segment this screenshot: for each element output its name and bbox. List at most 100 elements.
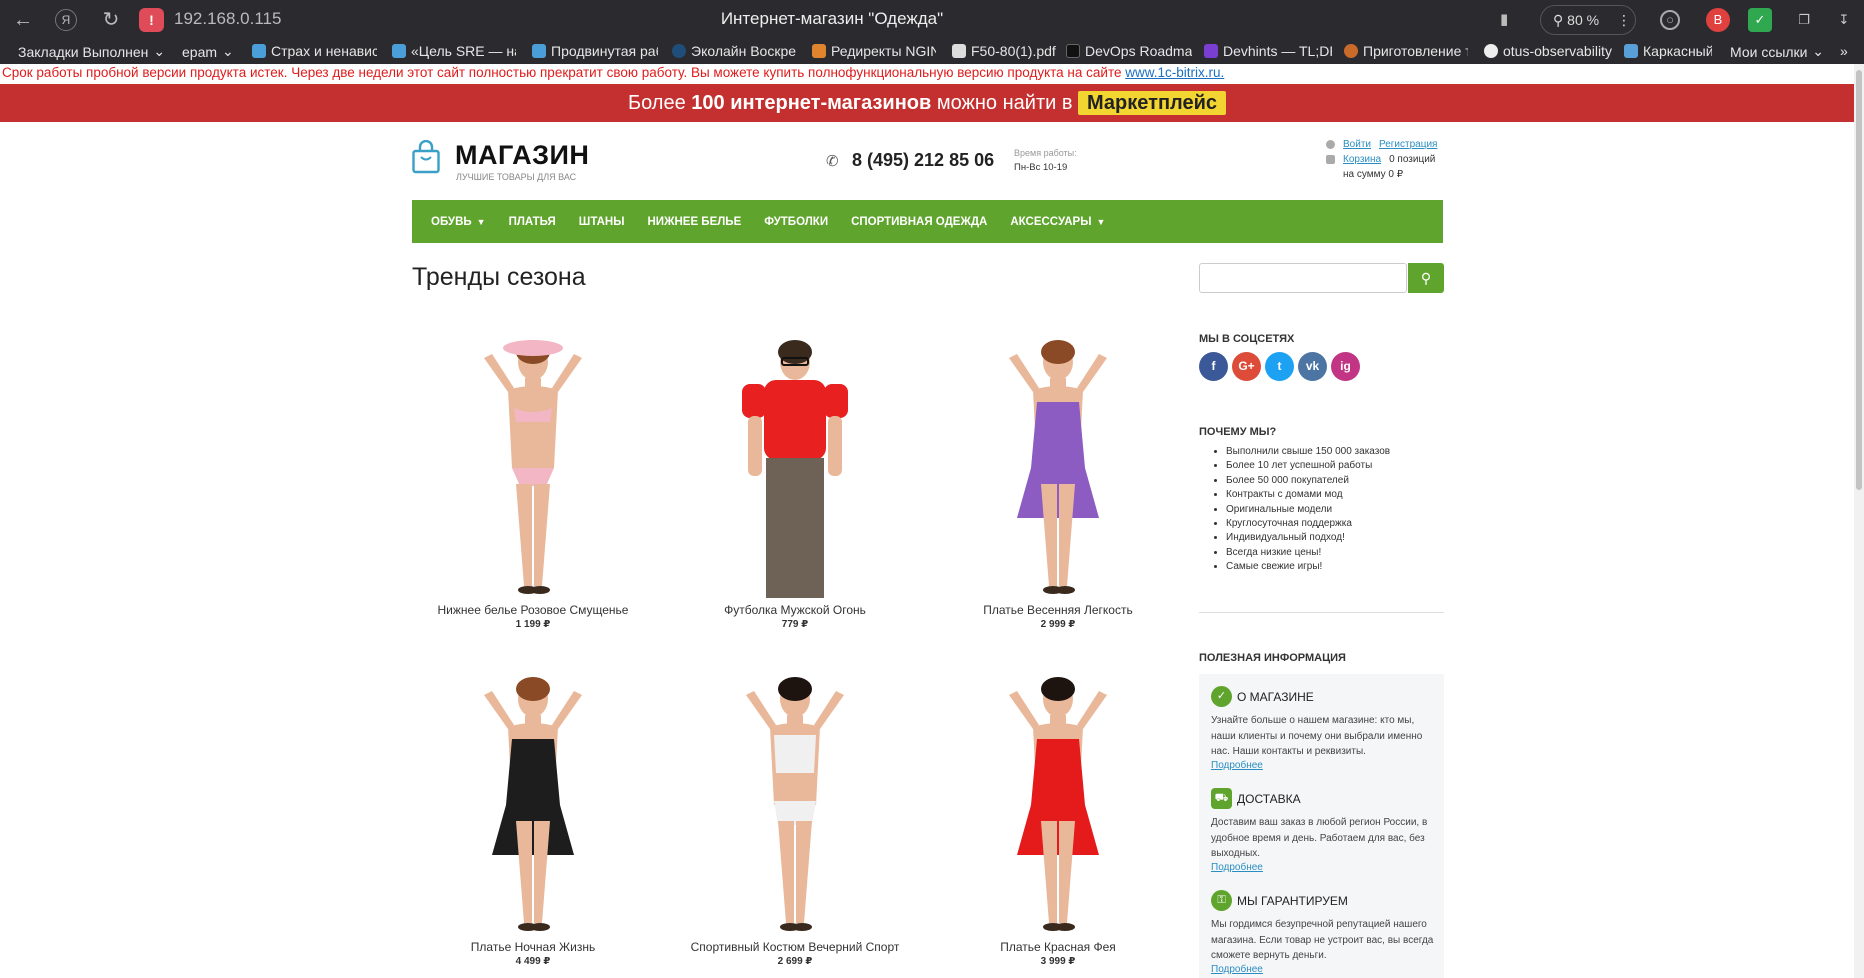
info-delivery: ⛟ ДОСТАВКА Доставим ваш заказ в любой рег… xyxy=(1211,788,1436,873)
twitter-icon[interactable]: t xyxy=(1265,352,1294,381)
bookmark-favicon-icon xyxy=(532,44,546,58)
list-item: Контракты с домами мод xyxy=(1226,488,1390,502)
lock-icon: ⚿ xyxy=(1211,890,1232,911)
bookmark-item[interactable]: Продвинутая раб xyxy=(532,43,658,59)
menu-item-dresses[interactable]: ПЛАТЬЯ xyxy=(509,216,556,228)
product-price: 2 699 ₽ xyxy=(777,956,813,967)
search-icon: ⚲ xyxy=(1420,270,1432,286)
more-menu-icon[interactable]: ⋮ xyxy=(1617,12,1631,28)
download-icon[interactable]: ↧ xyxy=(1832,8,1856,32)
address-bar[interactable]: 192.168.0.115 xyxy=(174,9,281,29)
vk-icon[interactable]: vk xyxy=(1298,352,1327,381)
product-image[interactable] xyxy=(670,318,920,598)
more-link[interactable]: Подробнее xyxy=(1211,964,1436,975)
bitrix-link[interactable]: www.1c-bitrix.ru. xyxy=(1125,65,1224,80)
menu-item-pants[interactable]: ШТАНЫ xyxy=(579,216,625,228)
product-image[interactable] xyxy=(933,655,1183,935)
instagram-icon[interactable]: ig xyxy=(1331,352,1360,381)
hours-label: Время работы: xyxy=(1014,148,1077,158)
product-name[interactable]: Платье Ночная Жизнь xyxy=(408,940,658,954)
browser-titlebar: ← Я ↻ ! 192.168.0.115 Интернет-магазин "… xyxy=(0,0,1864,40)
shield-icon[interactable]: ✓ xyxy=(1748,8,1772,32)
google-plus-icon[interactable]: G+ xyxy=(1232,352,1261,381)
product-name[interactable]: Платье Весенняя Легкость xyxy=(933,603,1183,617)
product-image[interactable] xyxy=(670,655,920,935)
list-item: Индивидуальный подход! xyxy=(1226,531,1390,545)
bookmark-icon[interactable]: ▮ xyxy=(1500,10,1508,28)
zoom-indicator[interactable]: ⚲ 80 % ⋮ xyxy=(1540,5,1636,35)
insecure-warning-icon[interactable]: ! xyxy=(139,8,164,32)
bookmark-item[interactable]: otus-observability xyxy=(1484,43,1614,59)
bookmark-item[interactable]: Приготовление т xyxy=(1344,43,1468,59)
bookmark-favicon-icon xyxy=(952,44,966,58)
bookmark-item[interactable]: Эколайн Воскрес xyxy=(672,43,796,59)
product-card[interactable]: Платье Ночная Жизнь 4 499 ₽ xyxy=(408,655,658,967)
bookmark-item[interactable]: F50-80(1).pdf xyxy=(952,43,1056,59)
bookmark-item[interactable]: DevOps Roadmap xyxy=(1066,43,1192,59)
chevron-down-icon: ▼ xyxy=(1096,216,1106,227)
product-card[interactable]: Спортивный Костюм Вечерний Спорт 2 699 ₽ xyxy=(670,655,920,967)
why-us-list: Выполнили свыше 150 000 заказов Более 10… xyxy=(1212,445,1390,575)
product-card[interactable]: Платье Красная Фея 3 999 ₽ xyxy=(933,655,1183,967)
bookmark-favicon-icon xyxy=(1624,44,1638,58)
collections-icon[interactable]: ❐ xyxy=(1792,8,1816,32)
marketplace-banner[interactable]: Более 100 интернет-магазинов можно найти… xyxy=(0,84,1854,122)
menu-item-shoes[interactable]: ОБУВЬ ▼ xyxy=(431,216,486,228)
extension-b-icon[interactable]: B xyxy=(1706,8,1730,32)
logo-title[interactable]: МАГАЗИН xyxy=(455,140,589,171)
bookmarks-overflow-icon[interactable]: » xyxy=(1840,43,1858,59)
product-card[interactable]: Футболка Мужской Огонь 779 ₽ xyxy=(670,318,920,630)
menu-item-accessories[interactable]: АКСЕССУАРЫ ▼ xyxy=(1010,216,1105,228)
chevron-down-icon: ▼ xyxy=(476,216,486,227)
more-link[interactable]: Подробнее xyxy=(1211,862,1436,873)
promo-prefix: Более xyxy=(627,92,686,114)
product-card[interactable]: Нижнее белье Розовое Смущенье 1 199 ₽ xyxy=(408,318,658,630)
bookmark-item[interactable]: Каркасный xyxy=(1624,43,1712,59)
reload-icon[interactable]: ↻ xyxy=(98,8,124,32)
globe-icon[interactable]: ○ xyxy=(1660,10,1680,30)
login-link[interactable]: Войти xyxy=(1343,137,1371,152)
product-name[interactable]: Спортивный Костюм Вечерний Спорт xyxy=(670,940,920,954)
chevron-down-icon: ⌄ xyxy=(222,43,234,59)
yandex-icon[interactable]: Я xyxy=(55,9,77,31)
chevron-down-icon: ⌄ xyxy=(153,43,166,59)
trial-notice-text: Срок работы пробной версии продукта исте… xyxy=(2,65,1122,80)
bookmarks-bar: Закладки Выполнен ⌄ epam ⌄ Страх и ненавис… xyxy=(0,40,1864,64)
product-card[interactable]: Платье Весенняя Легкость 2 999 ₽ xyxy=(933,318,1183,630)
bookmark-folder[interactable]: Мои ссылки ⌄ xyxy=(1730,43,1824,60)
product-name[interactable]: Футболка Мужской Огонь xyxy=(670,603,920,617)
cart-sum: на сумму 0 ₽ xyxy=(1343,169,1404,180)
list-item: Более 50 000 покупателей xyxy=(1226,474,1390,488)
product-price: 2 999 ₽ xyxy=(1040,619,1076,630)
product-image[interactable] xyxy=(408,318,658,598)
product-name[interactable]: Платье Красная Фея xyxy=(933,940,1183,954)
search-button[interactable]: ⚲ xyxy=(1408,263,1444,293)
menu-item-tshirts[interactable]: ФУТБОЛКИ xyxy=(764,216,828,228)
bookmark-folder[interactable]: Закладки Выполнен ⌄ xyxy=(18,43,168,60)
cart-link[interactable]: Корзина xyxy=(1343,152,1381,167)
back-arrow-icon[interactable]: ← xyxy=(10,8,36,32)
product-image[interactable] xyxy=(408,655,658,935)
facebook-icon[interactable]: f xyxy=(1199,352,1228,381)
bookmark-item[interactable]: Devhints — TL;DR xyxy=(1204,43,1332,59)
bookmark-item[interactable]: «Цель SRE — над xyxy=(392,43,516,59)
phone-number[interactable]: 8 (495) 212 85 06 xyxy=(852,150,994,171)
product-image[interactable] xyxy=(933,318,1183,598)
bookmark-folder[interactable]: epam ⌄ xyxy=(182,43,236,60)
bookmark-item[interactable]: Страх и ненавист xyxy=(252,43,377,59)
bookmark-favicon-icon xyxy=(1344,44,1358,58)
more-link[interactable]: Подробнее xyxy=(1211,760,1436,771)
search-input[interactable] xyxy=(1199,263,1407,293)
list-item: Самые свежие игры! xyxy=(1226,560,1390,574)
scrollbar-thumb[interactable] xyxy=(1856,70,1862,490)
menu-item-sportswear[interactable]: СПОРТИВНАЯ ОДЕЖДА xyxy=(851,216,987,228)
bookmark-favicon-icon xyxy=(1066,44,1080,58)
register-link[interactable]: Регистрация xyxy=(1379,137,1437,152)
sidebar-divider xyxy=(1199,612,1444,613)
bookmark-item[interactable]: Редиректы NGINX xyxy=(812,43,936,59)
marketplace-button[interactable]: Маркетплейс xyxy=(1078,91,1227,115)
menu-item-underwear[interactable]: НИЖНЕЕ БЕЛЬЕ xyxy=(648,216,742,228)
main-menu: ОБУВЬ ▼ ПЛАТЬЯ ШТАНЫ НИЖНЕЕ БЕЛЬЕ ФУТБОЛК… xyxy=(412,200,1443,243)
product-name[interactable]: Нижнее белье Розовое Смущенье xyxy=(408,603,658,617)
social-title: МЫ В СОЦСЕТЯХ xyxy=(1199,333,1295,345)
